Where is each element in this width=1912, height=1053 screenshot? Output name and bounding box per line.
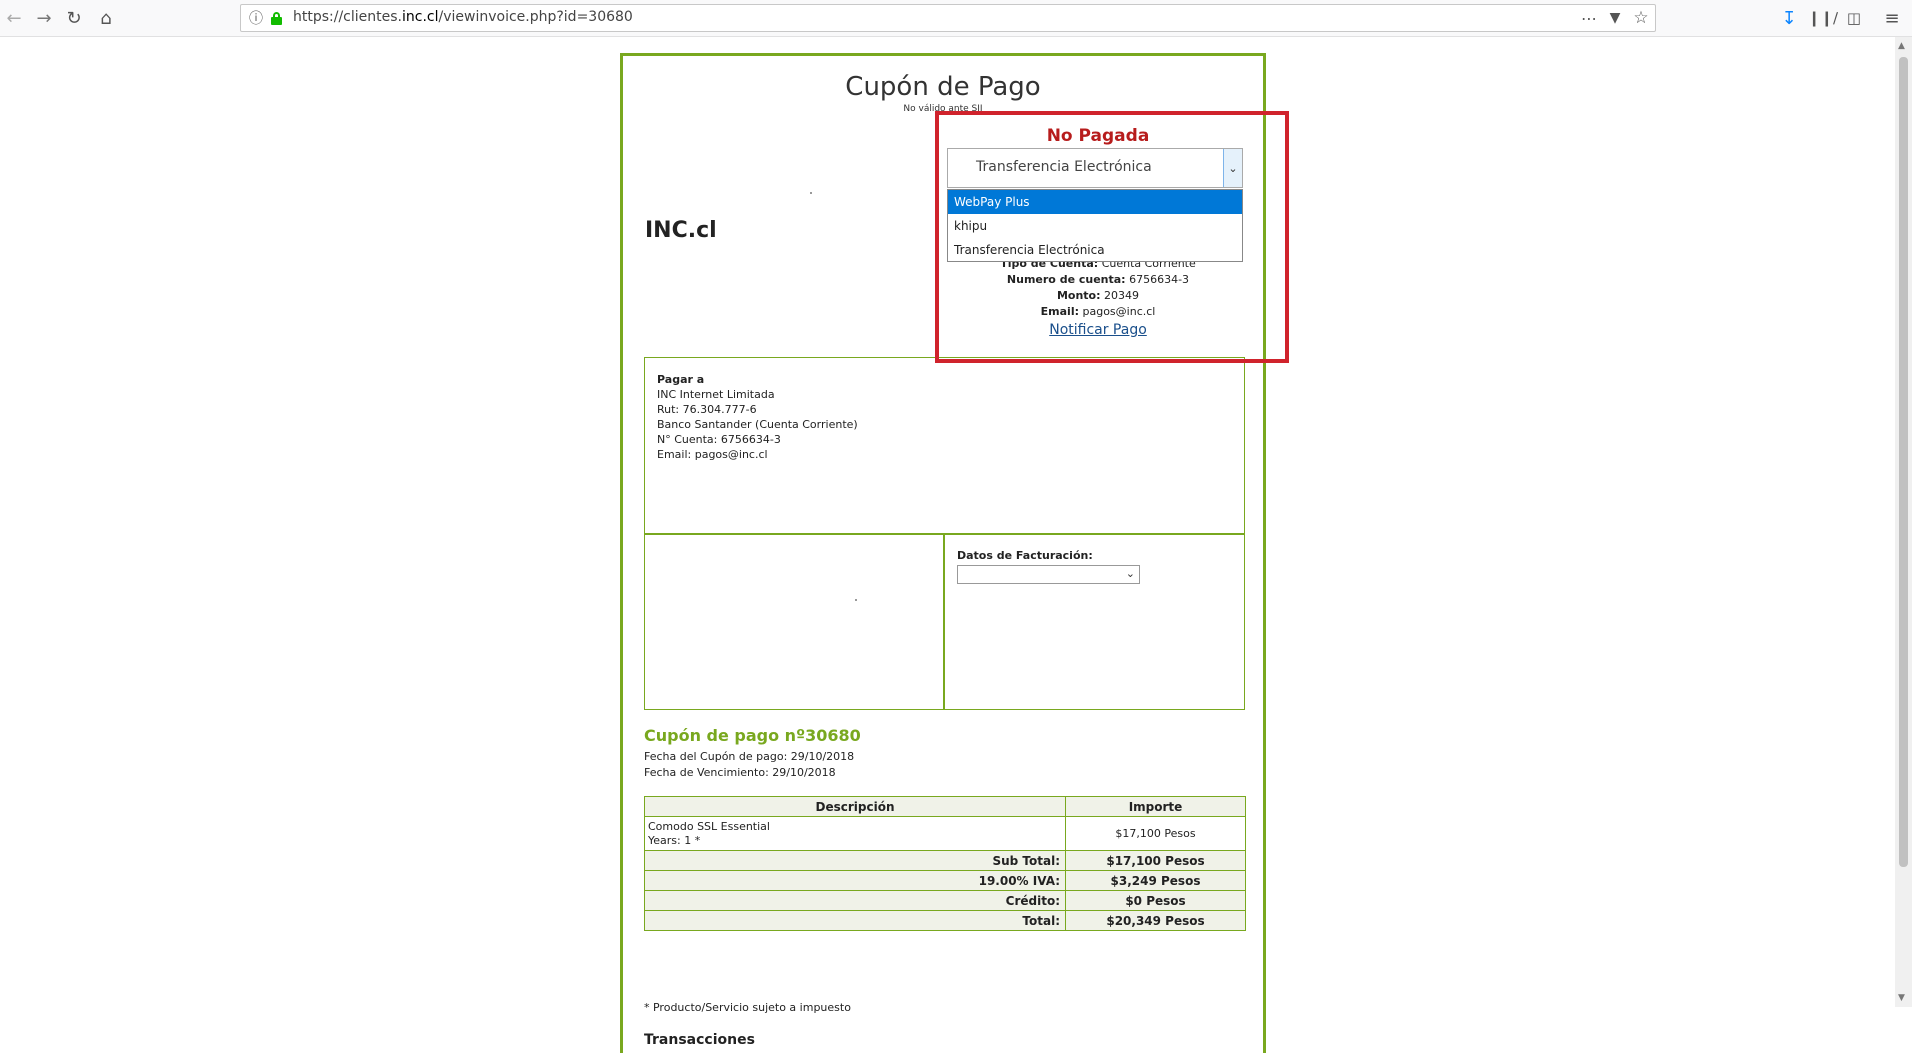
scroll-down-icon[interactable]: ▼	[1898, 993, 1905, 1003]
tax-footnote: * Producto/Servicio sujeto a impuesto	[644, 1001, 851, 1014]
column-header-description: Descripción	[644, 796, 1066, 817]
scroll-up-icon[interactable]: ▲	[1898, 41, 1905, 51]
billing-box: Datos de Facturación: ⌄	[944, 534, 1245, 710]
client-box	[644, 534, 944, 710]
pocket-icon[interactable]: ▼	[1603, 6, 1627, 30]
tax-row: 19.00% IVA: $3,249 Pesos	[644, 870, 1246, 891]
decorative-dot	[810, 192, 812, 194]
column-header-amount: Importe	[1065, 796, 1246, 817]
more-icon[interactable]: ⋯	[1577, 6, 1601, 30]
pay-to-line: Email: pagos@inc.cl	[657, 448, 768, 461]
menu-icon[interactable]: ≡	[1880, 6, 1904, 30]
download-icon[interactable]: ↧	[1777, 6, 1801, 30]
pay-to-line: Banco Santander (Cuenta Corriente)	[657, 418, 858, 431]
library-icon[interactable]: ❙❙∕	[1808, 6, 1838, 30]
billing-select[interactable]: ⌄	[957, 565, 1140, 584]
pay-to-box: Pagar a INC Internet Limitada Rut: 76.30…	[644, 357, 1245, 534]
chevron-down-icon[interactable]: ⌄	[1126, 567, 1135, 580]
table-header-row: Descripción Importe	[644, 796, 1246, 817]
billing-label: Datos de Facturación:	[957, 549, 1093, 562]
bookmark-star-icon[interactable]: ☆	[1629, 6, 1653, 30]
pay-to-line: Rut: 76.304.777-6	[657, 403, 757, 416]
tax-value: $3,249 Pesos	[1065, 870, 1246, 891]
item-amount: $17,100 Pesos	[1065, 816, 1246, 851]
item-years: Years: 1 *	[648, 833, 701, 847]
credit-value: $0 Pesos	[1065, 890, 1246, 911]
address-bar[interactable]: ⓘ https://clientes.inc.cl/viewinvoice.ph…	[240, 4, 1656, 32]
decorative-dot	[855, 599, 857, 601]
subtotal-value: $17,100 Pesos	[1065, 850, 1246, 871]
item-name: Comodo SSL Essential	[648, 819, 770, 833]
issue-date: Fecha del Cupón de pago: 29/10/2018	[644, 750, 855, 763]
page-title: Cupón de Pago	[845, 72, 1041, 102]
info-icon[interactable]: ⓘ	[249, 8, 263, 28]
total-row: Total: $20,349 Pesos	[644, 910, 1246, 931]
url-text: https://clientes.inc.cl/viewinvoice.php?…	[293, 9, 633, 25]
total-value: $20,349 Pesos	[1065, 910, 1246, 931]
subtotal-row: Sub Total: $17,100 Pesos	[644, 850, 1246, 871]
invoice-dates: Fecha del Cupón de pago: 29/10/2018 Fech…	[644, 749, 854, 781]
pay-to-line: N° Cuenta: 6756634-3	[657, 433, 781, 446]
sidebar-icon[interactable]: ◫	[1842, 6, 1866, 30]
forward-icon[interactable]: →	[32, 6, 56, 30]
pay-to-line: INC Internet Limitada	[657, 388, 775, 401]
invoice-items-table: Descripción Importe Comodo SSL Essential…	[644, 796, 1246, 931]
home-icon[interactable]: ⌂	[94, 6, 118, 30]
item-description: Comodo SSL Essential Years: 1 *	[644, 816, 1066, 851]
page-scrollbar[interactable]: ▲ ▼	[1895, 37, 1912, 1007]
transactions-heading: Transacciones	[644, 1032, 755, 1048]
highlight-box	[935, 111, 1289, 363]
lock-icon	[271, 12, 282, 25]
total-label: Total:	[644, 910, 1066, 931]
tax-label: 19.00% IVA:	[644, 870, 1066, 891]
pay-to-heading: Pagar a	[657, 373, 705, 386]
credit-label: Crédito:	[644, 890, 1066, 911]
company-logo: INC.cl	[645, 218, 717, 243]
reload-icon[interactable]: ↻	[62, 6, 86, 30]
invoice-number: Cupón de pago nº30680	[644, 726, 861, 745]
table-row: Comodo SSL Essential Years: 1 * $17,100 …	[644, 816, 1246, 851]
back-icon[interactable]: ←	[2, 6, 26, 30]
credit-row: Crédito: $0 Pesos	[644, 890, 1246, 911]
scrollbar-thumb[interactable]	[1899, 57, 1908, 867]
due-date: Fecha de Vencimiento: 29/10/2018	[644, 766, 836, 779]
browser-toolbar: ← → ↻ ⌂ ⓘ https://clientes.inc.cl/viewin…	[0, 0, 1912, 37]
subtotal-label: Sub Total:	[644, 850, 1066, 871]
